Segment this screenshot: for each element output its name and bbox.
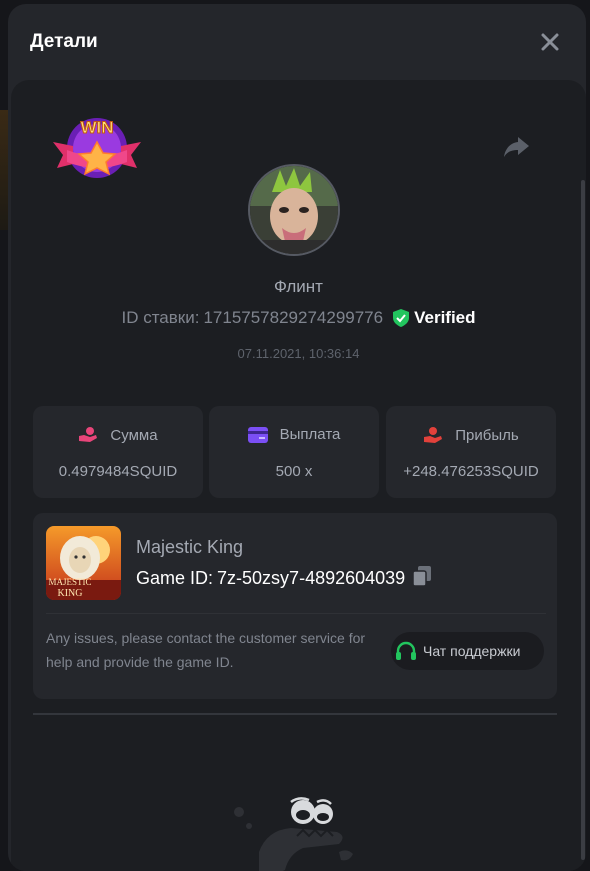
game-id-label: Game ID: — [136, 568, 214, 588]
coins-hand-icon — [79, 427, 98, 442]
copy-icon — [412, 566, 432, 587]
close-button[interactable] — [538, 30, 562, 54]
game-thumbnail[interactable]: MAJESTIC KING — [46, 526, 121, 600]
copy-button[interactable] — [412, 566, 432, 591]
close-icon — [541, 33, 559, 51]
stat-value-profit: +248.476253SQUID — [403, 463, 539, 480]
support-chat-label: Чат поддержки — [423, 643, 521, 659]
shield-check-icon — [393, 309, 410, 327]
stat-label-amount: Сумма — [110, 426, 158, 444]
stat-label-payout: Выплата — [279, 426, 341, 443]
game-card-divider — [46, 613, 546, 614]
game-id-row: Game ID: 7z-50zsy7-4892604039 — [136, 566, 432, 591]
bet-id-row: ID ставки: 1715757829274299776 Verified — [11, 308, 586, 328]
game-thumb-subtitle: KING — [58, 588, 83, 599]
share-icon — [504, 137, 529, 157]
profit-hand-icon — [424, 427, 443, 443]
details-panel: WIN Флинт ID ставки: 1715757829274299776… — [11, 80, 586, 871]
bet-id-value: 1715757829274299776 — [203, 308, 384, 327]
win-badge: WIN — [51, 112, 143, 182]
scrollbar[interactable] — [581, 180, 585, 860]
stat-card-payout: Выплата 500 x — [209, 406, 379, 498]
stat-value-payout: 500 x — [275, 463, 313, 480]
game-thumb-title: MAJESTIC — [48, 577, 91, 587]
game-card: MAJESTIC KING Majestic King Game ID: 7z-… — [33, 513, 557, 699]
card-icon — [247, 426, 268, 443]
bet-datetime: 07.11.2021, 10:36:14 — [237, 346, 360, 361]
section-divider — [33, 713, 557, 715]
avatar — [248, 164, 340, 256]
bet-details-modal: Детали WIN Флинт ID ставки: 171575782927… — [8, 4, 586, 871]
share-button[interactable] — [501, 132, 531, 162]
game-name: Majestic King — [136, 537, 244, 557]
modal-title: Детали — [30, 31, 98, 52]
stat-card-amount: Сумма 0.4979484SQUID — [33, 406, 203, 498]
stat-card-profit: Прибыль +248.476253SQUID — [386, 406, 556, 498]
verified-badge: Verified — [393, 308, 476, 328]
headset-icon — [396, 641, 416, 660]
modal-header: Детали — [8, 4, 586, 80]
crocodile-mascot-icon — [219, 792, 359, 871]
stat-label-profit: Прибыль — [455, 426, 519, 444]
bet-id-label: ID ставки: — [121, 308, 200, 327]
support-chat-button[interactable]: Чат поддержки — [391, 632, 544, 670]
game-id-value: 7z-50zsy7-4892604039 — [217, 568, 406, 588]
win-badge-text: WIN — [80, 118, 113, 137]
player-name: Флинт — [274, 277, 323, 296]
stat-value-amount: 0.4979484SQUID — [58, 463, 178, 480]
verified-label: Verified — [414, 308, 476, 327]
support-notice: Any issues, please contact the customer … — [46, 630, 366, 670]
